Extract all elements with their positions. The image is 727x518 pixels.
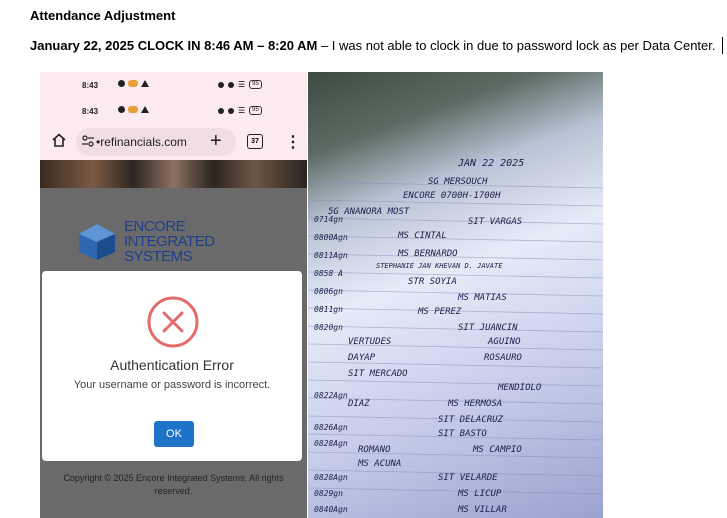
sheet-entry-18: SIT DELACRUZ — [438, 415, 504, 425]
sheet-entry-12: DAYAP — [347, 353, 376, 363]
status-bar-2: 8:43 ☰ 95 — [40, 98, 307, 124]
sheet-entry-16: DIAZ — [347, 399, 370, 409]
sheet-entry-11: AGUINO — [487, 337, 521, 347]
attendance-sheet-photo: JAN 22 2025 SG MERSOUCH ENCORE 0700H-170… — [308, 72, 603, 518]
sheet-header-1: SG MERSOUCH — [428, 177, 488, 187]
battery-icon-2: 95 — [249, 106, 262, 115]
sheet-entry-9: SIT JUANCIN — [458, 323, 518, 333]
attendance-entry: January 22, 2025 CLOCK IN 8:46 AM – 8:20… — [30, 38, 716, 53]
sheet-entry-25: MS VILLAR — [457, 505, 507, 515]
svg-text:0800Agn: 0800Agn — [314, 233, 348, 242]
sheet-entry-13: ROSAURO — [484, 353, 523, 363]
dialog-title: Authentication Error — [110, 357, 234, 373]
handwritten-logbook: JAN 22 2025 SG MERSOUCH ENCORE 0700H-170… — [308, 158, 603, 515]
site-settings-icon[interactable] — [82, 135, 94, 147]
sheet-entry-8: MS PEREZ — [417, 307, 462, 317]
time-in-column: 0714gn0800Agn0811Agn 0858 A0806gn0811gn … — [314, 215, 348, 514]
sheet-entry-4: MS BERNARDO — [397, 249, 458, 259]
sheet-entry-22: MS ACUNA — [357, 459, 401, 469]
company-logo-text: ENCORE INTEGRATED SYSTEMS — [124, 218, 215, 265]
svg-text:0714gn: 0714gn — [314, 215, 343, 224]
svg-text:0828Agn: 0828Agn — [314, 439, 348, 448]
sheet-entry-17: MS HERMOSA — [447, 399, 502, 409]
header-photo — [40, 160, 307, 188]
status-time: 8:43 — [82, 81, 99, 90]
sheet-entry-2: SIT VARGAS — [468, 217, 523, 227]
sheet-entry-5: STEPHANIE JAN KHEVAN D. JAVATE — [376, 262, 503, 270]
home-icon[interactable] — [52, 133, 66, 147]
sheet-entry-3: MS CINTAL — [397, 231, 447, 241]
sheet-entry-7: MS MATIAS — [457, 293, 507, 303]
svg-text:0826Agn: 0826Agn — [314, 423, 348, 432]
entry-date-time: January 22, 2025 CLOCK IN 8:46 AM – 8:20… — [30, 38, 318, 53]
sheet-header-2: ENCORE 0700H-1700H — [403, 191, 501, 201]
entry-reason: – I was not able to clock in due to pass… — [317, 38, 716, 53]
ok-button[interactable]: OK — [154, 421, 194, 447]
svg-text:0820gn: 0820gn — [314, 323, 343, 332]
sheet-entry-6: STR SOYIA — [408, 277, 457, 287]
sheet-entry-24: MS LICUP — [457, 489, 502, 499]
sheet-entry-15: MENDIOLO — [497, 383, 542, 393]
svg-text:0811Agn: 0811Agn — [314, 251, 348, 260]
dialog-message: Your username or password is incorrect. — [73, 379, 271, 391]
sheet-date: JAN 22 2025 — [457, 158, 524, 169]
text-cursor — [722, 37, 723, 54]
sheet-entry-20: ROMANO — [358, 445, 391, 455]
sheet-entry-14: SIT MERCADO — [348, 369, 408, 379]
sheet-entry-21: MS CAMPIO — [472, 445, 522, 455]
status-bar: 8:43 ☰ 95 — [40, 72, 307, 98]
sheet-entry-10: VERTUDES — [348, 337, 392, 347]
status-time-2: 8:43 — [82, 107, 99, 116]
notification-icons-2 — [118, 106, 149, 113]
svg-text:0822Agn: 0822Agn — [314, 391, 348, 400]
menu-icon[interactable]: ⋮ — [285, 132, 301, 152]
auth-error-dialog: Authentication Error Your username or pa… — [42, 271, 302, 461]
svg-text:0840Agn: 0840Agn — [314, 505, 348, 514]
system-icons: ☰ 95 — [218, 80, 262, 89]
url-text[interactable]: •refinancials.com — [96, 135, 187, 149]
browser-toolbar: •refinancials.com + 37 ⋮ — [40, 124, 307, 160]
new-tab-icon[interactable]: + — [210, 130, 222, 153]
svg-text:0829gn: 0829gn — [314, 489, 343, 498]
system-icons-2: ☰ 95 — [218, 106, 262, 115]
document-title: Attendance Adjustment — [30, 8, 176, 23]
sheet-entry-19: SIT BASTO — [438, 429, 487, 439]
svg-text:0858 A: 0858 A — [314, 269, 343, 278]
battery-icon: 95 — [249, 80, 262, 89]
svg-text:0811gn: 0811gn — [314, 305, 343, 314]
svg-text:0806gn: 0806gn — [314, 287, 343, 296]
error-x-icon — [147, 296, 199, 348]
copyright-text: Copyright © 2025 Encore Integrated Syste… — [63, 473, 284, 496]
tab-count[interactable]: 37 — [247, 134, 263, 149]
notification-icons — [118, 80, 149, 87]
phone-screenshot: 8:43 ☰ 95 8:43 ☰ 95 •refinancials.com + 37… — [40, 72, 307, 518]
svg-text:0828Agn: 0828Agn — [314, 473, 348, 482]
encore-logo-icon — [79, 224, 115, 260]
sheet-entry-23: SIT VELARDE — [438, 473, 498, 483]
